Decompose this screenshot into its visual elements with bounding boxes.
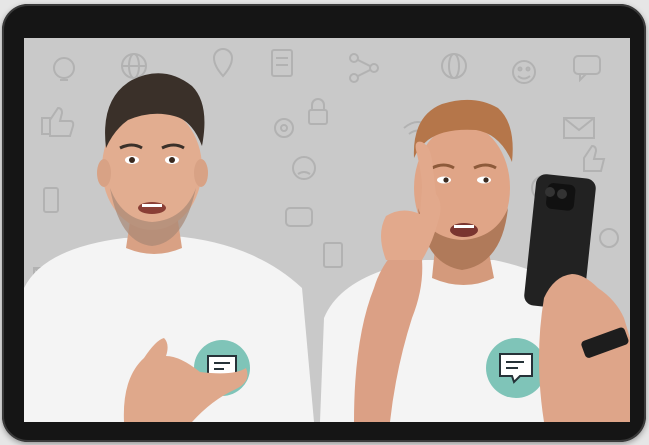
right-shirt-logo — [486, 338, 546, 398]
left-person-pupil — [169, 157, 175, 163]
video-screen — [24, 38, 630, 422]
tablet-frame — [2, 4, 646, 442]
left-person-ear — [194, 159, 208, 187]
left-person-ear — [97, 159, 111, 187]
right-person-teeth — [454, 225, 474, 228]
left-person-teeth — [142, 204, 162, 207]
left-person-pupil — [129, 157, 135, 163]
left-person-mouth — [138, 202, 166, 214]
right-person-pupil — [443, 177, 449, 183]
video-frame-illustration — [24, 38, 630, 422]
right-person-pupil — [483, 177, 489, 183]
